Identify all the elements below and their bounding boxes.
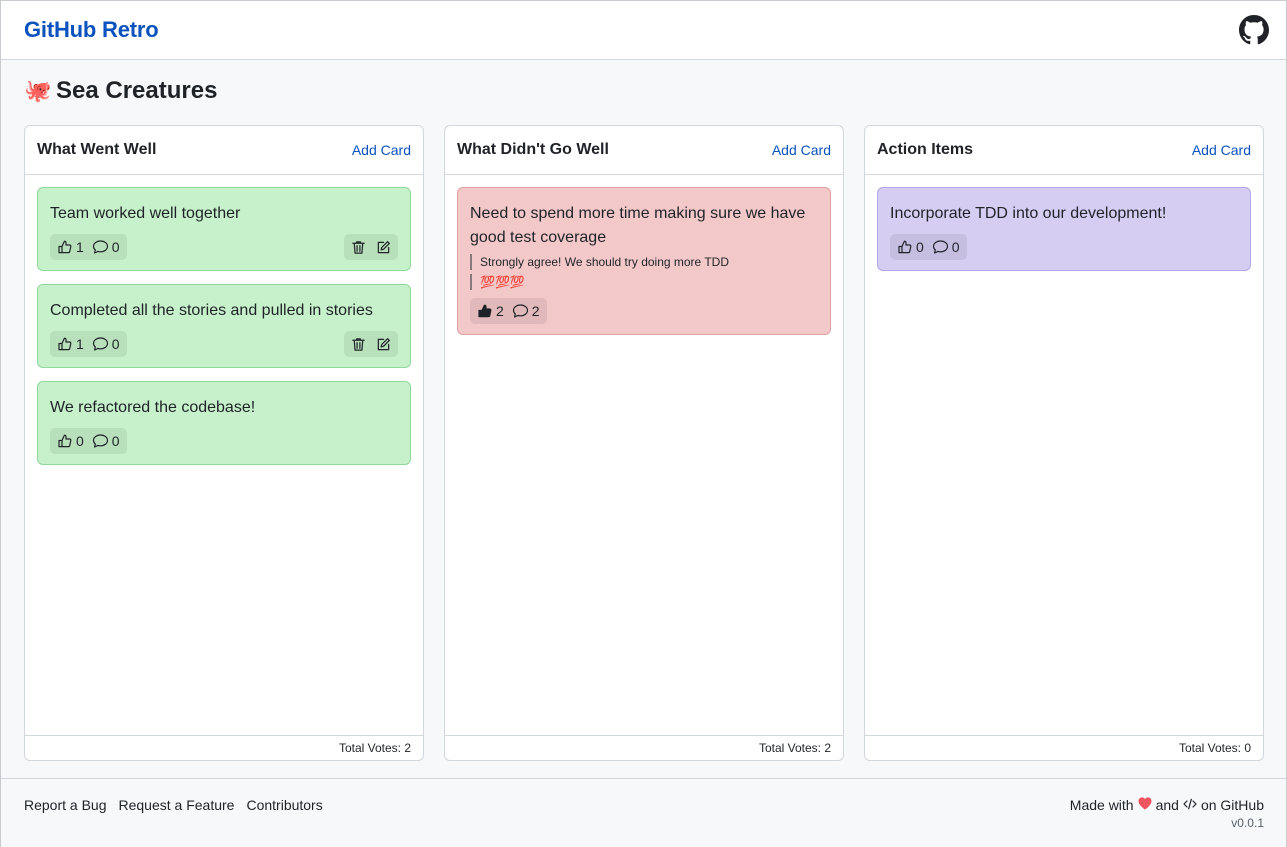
heart-icon: [1138, 797, 1152, 813]
comment-button[interactable]: 0: [92, 433, 120, 449]
comment-button[interactable]: 0: [92, 336, 120, 352]
retro-card[interactable]: Completed all the stories and pulled in …: [37, 284, 411, 368]
code-icon: [1183, 797, 1197, 813]
comment-icon: [92, 336, 109, 352]
add-card-button[interactable]: Add Card: [352, 142, 411, 158]
footer-links: Report a Bug Request a Feature Contribut…: [24, 797, 323, 813]
thumbs-up-icon: [57, 239, 73, 255]
made-with-and: and: [1155, 797, 1179, 813]
thumbs-up-icon: [57, 336, 73, 352]
card-list: Team worked well together 1 0 Completed all…: [25, 175, 423, 735]
retro-card[interactable]: Incorporate TDD into our development! 0 0: [877, 187, 1251, 271]
trash-icon[interactable]: [351, 337, 366, 352]
comment-button[interactable]: 0: [932, 239, 960, 255]
vote-count: 0: [916, 239, 924, 255]
github-mark-icon[interactable]: [1238, 14, 1270, 46]
card-stats: 22: [470, 298, 547, 324]
card-actions: 22: [470, 298, 818, 324]
comment-count: 0: [111, 336, 120, 352]
column-action-items: Action Items Add Card Incorporate TDD into…: [864, 125, 1264, 761]
card-tools: [344, 234, 398, 260]
card-actions: 00: [890, 234, 1238, 260]
column-header: What Went Well Add Card: [25, 126, 423, 175]
contributors-link[interactable]: Contributors: [246, 797, 322, 813]
comment-icon: [92, 239, 109, 255]
page-footer: Report a Bug Request a Feature Contribut…: [1, 778, 1286, 847]
vote-count: 2: [496, 303, 504, 319]
made-with-text: Made with and on GitHub: [1070, 797, 1264, 813]
total-votes: Total Votes: 2: [445, 735, 843, 760]
card-comment: 💯💯💯: [470, 274, 818, 290]
comment-count: 0: [111, 433, 120, 449]
board-title-text: Sea Creatures: [56, 77, 218, 104]
comment-count: 0: [951, 239, 960, 255]
made-with-prefix: Made with: [1069, 797, 1134, 813]
trash-icon[interactable]: [351, 240, 366, 255]
card-text: Incorporate TDD into our development!: [890, 205, 1167, 222]
total-votes: Total Votes: 2: [25, 735, 423, 760]
vote-button[interactable]: 1: [57, 239, 84, 255]
card-comment: Strongly agree! We should try doing more…: [470, 254, 818, 270]
card-stats: 10: [50, 331, 127, 357]
request-feature-link[interactable]: Request a Feature: [119, 797, 235, 813]
column-went-well: What Went Well Add Card Team worked well t…: [24, 125, 424, 761]
made-with-suffix[interactable]: on GitHub: [1201, 797, 1264, 813]
card-stats: 10: [50, 234, 127, 260]
retro-card[interactable]: We refactored the codebase! 0 0: [37, 381, 411, 465]
app-brand-link[interactable]: GitHub Retro: [24, 17, 159, 43]
card-actions: 10: [50, 234, 398, 260]
vote-button[interactable]: 1: [57, 336, 84, 352]
vote-button[interactable]: 2: [477, 303, 504, 319]
card-text: Team worked well together: [50, 205, 241, 222]
column-title: Action Items: [877, 141, 974, 158]
comment-count: 0: [111, 239, 120, 255]
app-version: v0.0.1: [1231, 816, 1264, 830]
card-stats: 00: [50, 428, 127, 454]
column-title: What Didn't Go Well: [457, 141, 609, 158]
comment-icon: [92, 433, 109, 449]
card-text: Completed all the stories and pulled in …: [50, 302, 373, 319]
card-comments: Strongly agree! We should try doing more…: [470, 254, 818, 290]
thumbs-up-icon: [57, 433, 73, 449]
retro-card[interactable]: Team worked well together 1 0: [37, 187, 411, 271]
vote-count: 0: [76, 433, 84, 449]
vote-button[interactable]: 0: [57, 433, 84, 449]
thumbs-up-icon: [897, 239, 913, 255]
pencil-square-icon[interactable]: [376, 240, 391, 255]
card-actions: 10: [50, 331, 398, 357]
pencil-square-icon[interactable]: [376, 337, 391, 352]
total-votes: Total Votes: 0: [865, 735, 1263, 760]
retro-columns: What Went Well Add Card Team worked well t…: [24, 125, 1265, 761]
card-stats: 00: [890, 234, 967, 260]
comment-icon: [512, 303, 529, 319]
card-tools: [344, 331, 398, 357]
octopus-emoji-icon: 🐙: [24, 78, 52, 103]
add-card-button[interactable]: Add Card: [772, 142, 831, 158]
card-text: We refactored the codebase!: [50, 399, 256, 416]
column-header: Action Items Add Card: [865, 126, 1263, 175]
vote-count: 1: [76, 239, 84, 255]
column-header: What Didn't Go Well Add Card: [445, 126, 843, 175]
card-actions: 00: [50, 428, 398, 454]
card-text: Need to spend more time making sure we h…: [470, 205, 806, 246]
comment-button[interactable]: 0: [92, 239, 120, 255]
vote-button[interactable]: 0: [897, 239, 924, 255]
add-card-button[interactable]: Add Card: [1192, 142, 1251, 158]
vote-count: 1: [76, 336, 84, 352]
thumbs-up-icon: [477, 303, 493, 319]
comment-count: 2: [531, 303, 540, 319]
card-list: Need to spend more time making sure we h…: [445, 175, 843, 735]
board-title: 🐙 Sea Creatures: [24, 77, 217, 105]
column-didnt-go-well: What Didn't Go Well Add Card Need to spend…: [444, 125, 844, 761]
comment-icon: [932, 239, 949, 255]
comment-button[interactable]: 2: [512, 303, 540, 319]
column-title: What Went Well: [37, 141, 157, 158]
card-list: Incorporate TDD into our development! 0 0: [865, 175, 1263, 735]
report-bug-link[interactable]: Report a Bug: [24, 797, 107, 813]
retro-card[interactable]: Need to spend more time making sure we h…: [457, 187, 831, 335]
top-bar: GitHub Retro: [1, 1, 1286, 60]
